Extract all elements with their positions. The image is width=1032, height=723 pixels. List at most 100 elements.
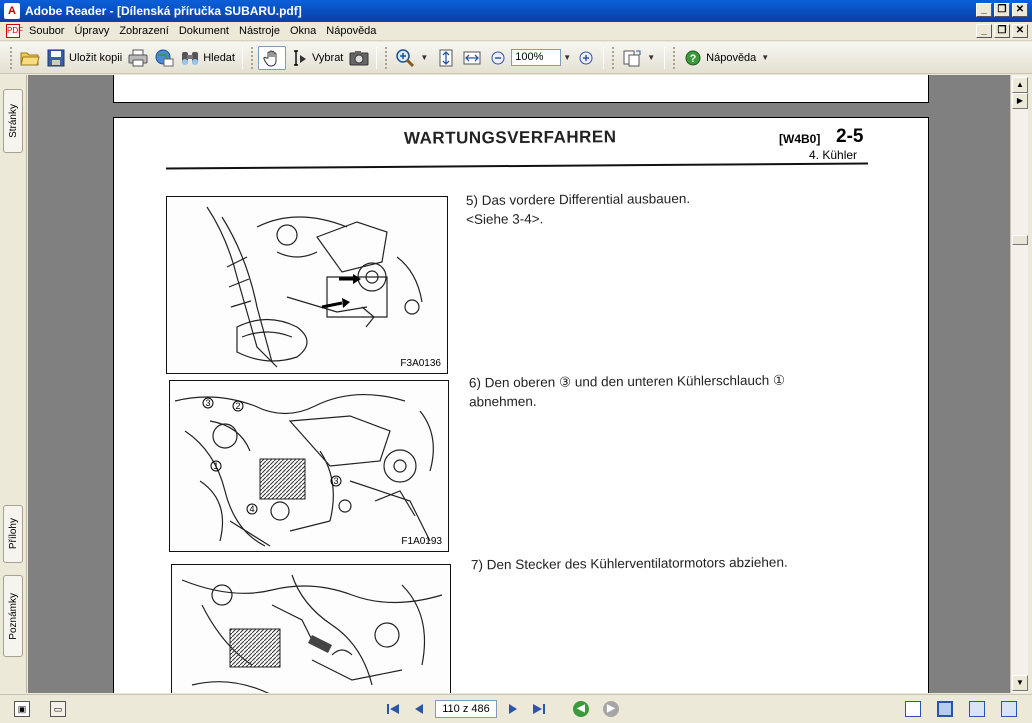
navigation-panel: Stránky Přílohy Poznámky (0, 75, 27, 693)
select-tool-button[interactable]: Vybrat (286, 46, 346, 70)
page-number-field[interactable]: 110 z 486 (435, 700, 497, 718)
zoom-in-tool-button[interactable]: ▼ (392, 46, 433, 70)
previous-page (113, 75, 929, 103)
zoom-dropdown-chevron-icon[interactable]: ▼ (561, 53, 573, 62)
toolbar-separator (241, 46, 243, 69)
page-subtitle: 4. Kühler (809, 148, 858, 162)
tab-attachments[interactable]: Přílohy (3, 505, 23, 563)
first-page-button[interactable] (383, 699, 403, 719)
menu-upravy[interactable]: Úpravy (69, 25, 114, 37)
hand-icon (262, 48, 282, 68)
doc-minimize-button[interactable]: _ (976, 24, 992, 38)
restore-button[interactable]: ❐ (994, 3, 1010, 17)
menu-okna[interactable]: Okna (285, 25, 321, 37)
toolbar-grip[interactable] (673, 46, 676, 69)
tab-pages-label: Stránky (7, 104, 19, 138)
text-cursor-icon (289, 48, 309, 68)
last-page-button[interactable] (529, 699, 549, 719)
continuous-layout-icon[interactable] (937, 701, 953, 717)
step-6-text-cont: abnehmen. (469, 393, 537, 410)
svg-text:?: ? (690, 53, 697, 65)
step-7: 7) Den Stecker des Kühlerventilatormotor… (471, 553, 788, 575)
snapshot-button[interactable] (346, 46, 372, 70)
camera-icon (349, 48, 369, 68)
select-label: Vybrat (311, 51, 344, 64)
binoculars-icon (180, 48, 200, 68)
menu-soubor[interactable]: Soubor (24, 25, 69, 37)
save-copy-button[interactable]: Uložit kopii (43, 46, 125, 70)
menu-dokument[interactable]: Dokument (174, 25, 234, 37)
menu-nastroje[interactable]: Nástroje (234, 25, 285, 37)
email-button[interactable] (151, 46, 177, 70)
next-page-button[interactable] (503, 699, 523, 719)
plus-circle-icon (576, 48, 596, 68)
close-button[interactable]: ✕ (1012, 3, 1028, 17)
page-heading: WARTUNGSVERFAHREN (403, 127, 617, 148)
zoom-in-button[interactable] (573, 46, 599, 70)
hand-tool-button[interactable] (257, 45, 286, 70)
radiator-hoses-drawing: 3 2 1 3 4 (174, 394, 434, 547)
tab-pages[interactable]: Stránky (3, 89, 23, 153)
magnifier-plus-icon (395, 48, 415, 68)
help-button[interactable]: ? Nápověda ▼ (680, 46, 774, 70)
vertical-scrollbar[interactable]: ▲ ▶ ▼ (1010, 75, 1028, 693)
continuous-facing-layout-icon[interactable] (1001, 701, 1017, 717)
tab-comments[interactable]: Poznámky (3, 575, 23, 657)
printer-icon (128, 48, 148, 68)
pdf-document-icon[interactable]: PDF (6, 24, 23, 38)
rotate-view-button[interactable]: ▼ (619, 46, 660, 70)
last-page-icon (533, 704, 545, 714)
figure-label: F3A0136 (400, 358, 441, 369)
zoom-level-field[interactable]: 100% (511, 49, 562, 66)
doc-restore-button[interactable]: ❐ (994, 24, 1010, 38)
adobe-reader-icon: A (4, 3, 20, 19)
facing-layout-icon[interactable] (969, 701, 985, 717)
print-button[interactable] (125, 46, 151, 70)
toolbar-grip[interactable] (10, 46, 13, 69)
scroll-page-up-button[interactable]: ▶ (1012, 93, 1028, 109)
page-code: [W4B0] (779, 132, 821, 146)
first-page-icon (387, 704, 399, 714)
figure-radiator-hoses: 3 2 1 3 4 F1A0193 (169, 380, 449, 552)
forward-button[interactable]: ▶ (603, 701, 619, 717)
search-label: Hledat (203, 51, 235, 64)
toolbar-grip[interactable] (250, 46, 254, 69)
toolbar-grip[interactable] (612, 46, 615, 69)
doc-close-button[interactable]: ✕ (1012, 24, 1028, 38)
figure-fan-motor-connector (171, 564, 451, 693)
step-5-text: 5) Das vordere Differential ausbauen. (465, 191, 691, 208)
step-7-text: 7) Den Stecker des Kühlerventilatormotor… (470, 554, 788, 573)
chevron-down-icon[interactable]: ▼ (759, 53, 771, 62)
zoom-out-button[interactable] (485, 46, 511, 70)
chevron-down-icon[interactable]: ▼ (645, 53, 657, 62)
previous-page-icon (415, 704, 423, 714)
menu-napoveda[interactable]: Nápověda (321, 25, 381, 37)
back-arrow-icon: ◀ (577, 703, 585, 714)
document-view[interactable]: WARTUNGSVERFAHREN [W4B0] 2-5 4. Kühler F… (28, 75, 1010, 693)
single-page-layout-icon[interactable] (905, 701, 921, 717)
fit-page-button[interactable] (433, 46, 459, 70)
scroll-up-button[interactable]: ▲ (1012, 77, 1028, 93)
tab-attachments-label: Přílohy (7, 518, 19, 550)
next-page-icon (509, 704, 517, 714)
svg-text:4: 4 (250, 504, 255, 514)
fan-motor-drawing (181, 574, 443, 693)
minimize-button[interactable]: _ (976, 3, 992, 17)
menu-zobrazeni[interactable]: Zobrazení (114, 25, 174, 37)
open-button[interactable] (17, 46, 43, 70)
fit-width-button[interactable] (459, 46, 485, 70)
window-title: Adobe Reader - [Dílenská příručka SUBARU… (25, 4, 302, 18)
scroll-down-button[interactable]: ▼ (1012, 675, 1028, 691)
toolbar-grip[interactable] (385, 46, 388, 69)
step-5: 5) Das vordere Differential ausbauen. <S… (466, 189, 690, 229)
fit-width-icon (462, 48, 482, 68)
step-6-text: 6) Den oberen ③ und den unteren Kühlersc… (468, 372, 786, 391)
back-button[interactable]: ◀ (573, 701, 589, 717)
help-label: Nápověda (706, 51, 757, 64)
previous-page-button[interactable] (409, 699, 429, 719)
page-settings-icon[interactable]: ▭ (50, 701, 66, 717)
document-properties-icon[interactable]: ▣ (14, 701, 30, 717)
search-button[interactable]: Hledat (177, 46, 238, 70)
chevron-down-icon[interactable]: ▼ (418, 53, 430, 62)
scrollbar-thumb[interactable] (1012, 235, 1028, 245)
